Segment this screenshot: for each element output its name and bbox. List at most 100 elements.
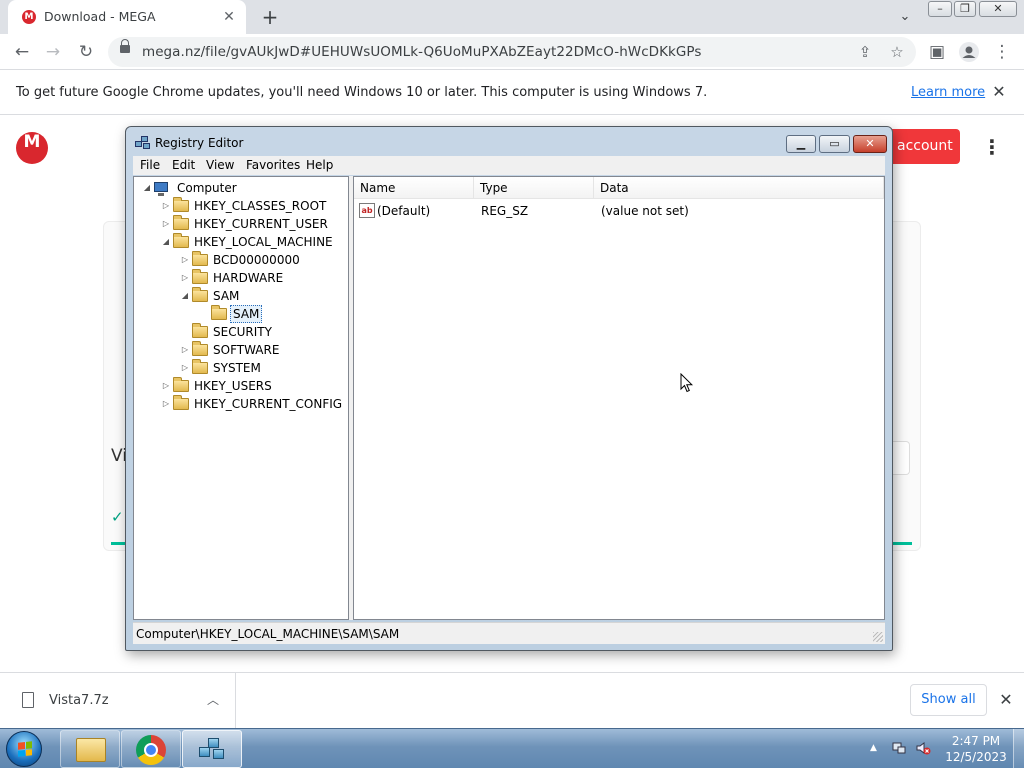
back-icon[interactable]: ← [10, 40, 34, 64]
profile-icon[interactable] [957, 40, 981, 64]
page-menu-icon[interactable]: ⋮ [982, 136, 1002, 158]
share-icon[interactable]: ⇪ [854, 41, 876, 63]
start-button[interactable] [6, 731, 42, 767]
clock-time: 2:47 PM [951, 734, 1001, 748]
computer-icon [154, 182, 168, 196]
chevron-up-icon[interactable]: ︿ [204, 691, 222, 709]
chrome-icon [136, 735, 166, 765]
resize-grip[interactable] [873, 632, 883, 642]
downloads-bar: Vista7.7z ︿ Show all ✕ [0, 672, 1024, 729]
network-icon[interactable] [891, 740, 907, 756]
column-type[interactable]: Type [474, 177, 594, 199]
regedit-close-button[interactable]: ✕ [853, 135, 887, 153]
file-icon [22, 692, 34, 708]
regedit-statusbar: Computer\HKEY_LOCAL_MACHINE\SAM\SAM [133, 622, 885, 644]
regedit-menubar: File Edit View Favorites Help [133, 156, 885, 175]
show-all-button[interactable]: Show all [910, 684, 987, 716]
folder-icon [192, 323, 208, 338]
collapse-icon[interactable]: ◢ [142, 179, 152, 197]
folder-icon [173, 233, 189, 248]
restore-window-button[interactable]: ❐ [954, 1, 976, 17]
expand-icon[interactable]: ▷ [180, 359, 190, 377]
clock-date: 12/5/2023 [945, 750, 1007, 764]
mega-logo[interactable]: M [16, 132, 48, 164]
folder-icon [173, 395, 189, 410]
chrome-menu-icon[interactable]: ⋮ [990, 40, 1014, 64]
forward-icon[interactable]: → [41, 40, 65, 64]
browser-toolbar: ← → ↻ mega.nz/file/gvAUkJwD#UEHUWsUOMLk-… [0, 34, 1024, 70]
expand-icon[interactable]: ▷ [161, 215, 171, 233]
regedit-minimize-button[interactable]: ▁ [786, 135, 816, 153]
menu-edit[interactable]: Edit [172, 158, 195, 172]
reload-icon[interactable]: ↻ [74, 40, 98, 64]
create-account-button[interactable]: account [886, 129, 960, 164]
menu-view[interactable]: View [206, 158, 234, 172]
infobar-message: To get future Google Chrome updates, you… [16, 85, 708, 100]
taskbar-windows-explorer[interactable] [60, 730, 120, 768]
expand-icon[interactable]: ▷ [180, 341, 190, 359]
collapse-icon[interactable]: ◢ [161, 233, 171, 251]
infobar-close-icon[interactable]: ✕ [990, 83, 1008, 101]
current-key-path: Computer\HKEY_LOCAL_MACHINE\SAM\SAM [136, 627, 400, 641]
tab-search-chevron-icon[interactable]: ⌄ [895, 8, 915, 26]
value-type: REG_SZ [481, 204, 529, 218]
registry-editor-titlebar[interactable]: Registry Editor ▁ ▭ ✕ [126, 127, 892, 157]
folder-icon [192, 251, 208, 266]
learn-more-link[interactable]: Learn more [911, 85, 985, 100]
volume-muted-icon[interactable] [915, 740, 931, 756]
url-text[interactable]: mega.nz/file/gvAUkJwD#UEHUWsUOMLk-Q6UoMu… [142, 44, 701, 60]
address-bar[interactable]: mega.nz/file/gvAUkJwD#UEHUWsUOMLk-Q6UoMu… [108, 37, 916, 67]
registry-editor-app-icon [135, 136, 151, 150]
expand-icon[interactable]: ▷ [161, 197, 171, 215]
folder-open-icon [211, 305, 227, 320]
expand-icon[interactable]: ▷ [180, 269, 190, 287]
star-icon[interactable]: ☆ [886, 41, 908, 63]
value-name: (Default) [377, 204, 431, 218]
collapse-icon[interactable]: ◢ [180, 287, 190, 305]
show-hidden-icons-icon[interactable]: ▲ [870, 743, 880, 753]
folder-icon [173, 197, 189, 212]
taskbar-registry-editor[interactable] [182, 730, 242, 768]
expand-icon[interactable]: ▷ [180, 251, 190, 269]
download-filename[interactable]: Vista7.7z [49, 693, 109, 708]
tab-close-icon[interactable]: ✕ [220, 8, 238, 26]
registry-tree-pane: ◢ Computer ▷ HKEY_CLASSES_ROOT ▷ HKEY_CU… [133, 176, 349, 620]
system-clock[interactable]: 2:47 PM 12/5/2023 [940, 733, 1012, 765]
windows-logo-icon [18, 741, 32, 757]
menu-help[interactable]: Help [306, 158, 333, 172]
downloads-close-icon[interactable]: ✕ [996, 690, 1016, 710]
folder-icon [192, 269, 208, 284]
column-name[interactable]: Name [354, 177, 474, 199]
expand-icon[interactable]: ▷ [161, 377, 171, 395]
browser-tab-strip: M Download - MEGA ✕ + ⌄ – ❐ ✕ [0, 0, 1024, 34]
registry-values-pane: Name Type Data ab (Default) REG_SZ (valu… [353, 176, 885, 620]
download-item[interactable]: Vista7.7z ︿ [0, 673, 236, 729]
string-value-icon: ab [359, 203, 375, 218]
tab-title: Download - MEGA [44, 9, 156, 24]
folder-icon [192, 359, 208, 374]
folder-icon [173, 377, 189, 392]
menu-favorites[interactable]: Favorites [246, 158, 300, 172]
value-data: (value not set) [601, 204, 689, 218]
folder-icon [76, 738, 106, 762]
value-row[interactable]: ab (Default) REG_SZ (value not set) [354, 201, 884, 221]
new-tab-button[interactable]: + [258, 5, 282, 29]
values-column-header: Name Type Data [354, 177, 884, 199]
expand-icon[interactable]: ▷ [161, 395, 171, 413]
registry-editor-window[interactable]: Registry Editor ▁ ▭ ✕ File Edit View Fav… [125, 126, 893, 651]
checkmark-icon: ✓ [111, 508, 124, 526]
taskbar-google-chrome[interactable] [121, 730, 181, 768]
browser-tab[interactable]: M Download - MEGA ✕ [8, 0, 246, 34]
close-window-button[interactable]: ✕ [979, 1, 1017, 17]
show-desktop-button[interactable] [1013, 729, 1024, 768]
side-panel-icon[interactable]: ▣ [925, 40, 949, 64]
minimize-window-button[interactable]: – [928, 1, 952, 17]
menu-file[interactable]: File [140, 158, 160, 172]
windows-taskbar: ▲ 2:47 PM 12/5/2023 [0, 728, 1024, 768]
column-data[interactable]: Data [594, 177, 884, 199]
registry-editor-title: Registry Editor [155, 136, 244, 150]
lock-icon[interactable] [120, 39, 130, 53]
registry-editor-icon [199, 737, 227, 763]
folder-icon [173, 215, 189, 230]
regedit-restore-button[interactable]: ▭ [819, 135, 850, 153]
